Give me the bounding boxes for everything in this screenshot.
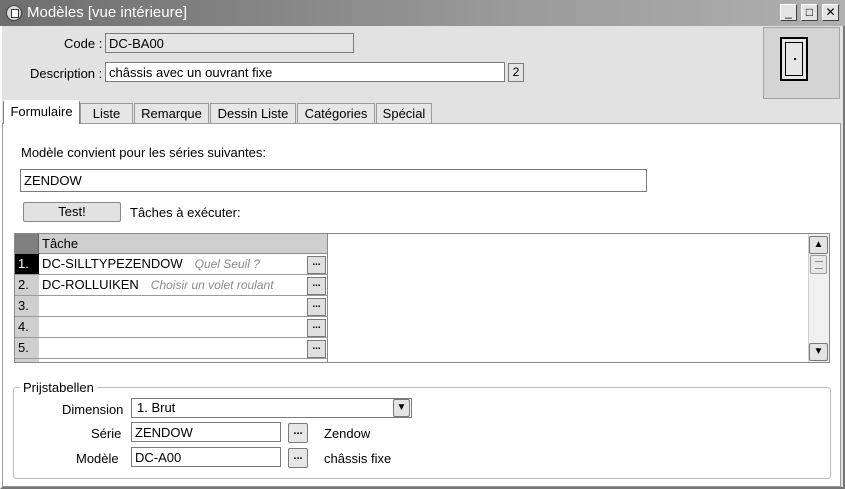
dimension-select[interactable]: 1. Brut (131, 398, 412, 418)
grid-corner (15, 234, 39, 254)
tasks-label: Tâches à exécuter: (130, 205, 241, 220)
task-code: DC-ROLLUIKEN (42, 277, 139, 292)
task-grid[interactable]: Tâche 1. DC-SILLTYPEZENDOW Quel Seuil ? .… (14, 233, 830, 363)
series-label: Modèle convient pour les séries suivante… (21, 145, 266, 160)
scrollbar-thumb[interactable] (810, 255, 827, 274)
scroll-up-button[interactable]: ▲ (809, 236, 828, 254)
description-field[interactable]: châssis avec un ouvrant fixe (105, 62, 505, 82)
test-button[interactable]: Test! (23, 202, 121, 222)
description-label: Description : (30, 66, 103, 81)
grid-cell-task[interactable] (39, 296, 328, 317)
serie-browse-button[interactable]: ... (288, 423, 308, 443)
modele-browse-button[interactable]: ... (288, 448, 308, 468)
tab-formulaire[interactable]: Formulaire (3, 100, 80, 124)
task-hint: Quel Seuil ? (194, 257, 260, 271)
scroll-down-button[interactable]: ▼ (809, 343, 828, 361)
grid-cell-browse-button[interactable]: ... (307, 340, 326, 358)
grid-row-number (15, 359, 39, 362)
code-field[interactable]: DC-BA00 (105, 33, 354, 53)
grid-cell-browse-button[interactable]: ... (307, 319, 326, 337)
grid-column-header[interactable]: Tâche (39, 234, 328, 254)
grid-cell-task[interactable] (39, 317, 328, 338)
grid-cell-task[interactable]: DC-ROLLUIKEN Choisir un volet roulant (39, 275, 328, 296)
app-icon (6, 5, 22, 21)
grid-row-number[interactable]: 3. (15, 296, 39, 317)
grid-row-number[interactable]: 5. (15, 338, 39, 359)
tab-liste[interactable]: Liste (80, 103, 133, 123)
modele-name: châssis fixe (324, 451, 392, 466)
tab-dessin-liste[interactable]: Dessin Liste (210, 103, 296, 123)
chevron-down-icon[interactable]: ▼ (393, 399, 410, 417)
grid-cell-task (39, 359, 328, 362)
window-title: Modèles [vue intérieure] (27, 4, 188, 21)
grid-row-number[interactable]: 4. (15, 317, 39, 338)
grid-row-number[interactable]: 1. (15, 254, 39, 275)
grid-cell-browse-button[interactable]: ... (307, 298, 326, 316)
series-field[interactable]: ZENDOW (20, 169, 647, 192)
serie-label: Série (91, 426, 122, 441)
maximize-button[interactable]: □ (801, 4, 818, 21)
modele-label: Modèle (76, 451, 119, 466)
grid-cell-task[interactable] (39, 338, 328, 359)
task-code: DC-SILLTYPEZENDOW (42, 256, 183, 271)
minimize-button[interactable]: _ (780, 4, 797, 21)
tab-remarque[interactable]: Remarque (134, 103, 209, 123)
window-frame-icon (780, 37, 808, 81)
serie-field[interactable]: ZENDOW (131, 422, 281, 442)
prijstabellen-title: Prijstabellen (20, 380, 97, 395)
grid-cell-browse-button[interactable]: ... (307, 277, 326, 295)
task-hint: Choisir un volet roulant (150, 278, 274, 292)
serie-name: Zendow (324, 426, 371, 441)
grid-cell-browse-button[interactable]: ... (307, 256, 326, 274)
close-button[interactable]: ✕ (822, 4, 839, 21)
tab-categories[interactable]: Catégories (297, 103, 375, 123)
code-label: Code : (64, 36, 103, 51)
grid-row-number[interactable]: 2. (15, 275, 39, 296)
tab-special[interactable]: Spécial (376, 103, 432, 123)
dimension-label: Dimension (62, 402, 124, 417)
modele-field[interactable]: DC-A00 (131, 447, 281, 467)
description-language-badge[interactable]: 2 (508, 63, 524, 82)
grid-cell-task[interactable]: DC-SILLTYPEZENDOW Quel Seuil ? (39, 254, 328, 275)
